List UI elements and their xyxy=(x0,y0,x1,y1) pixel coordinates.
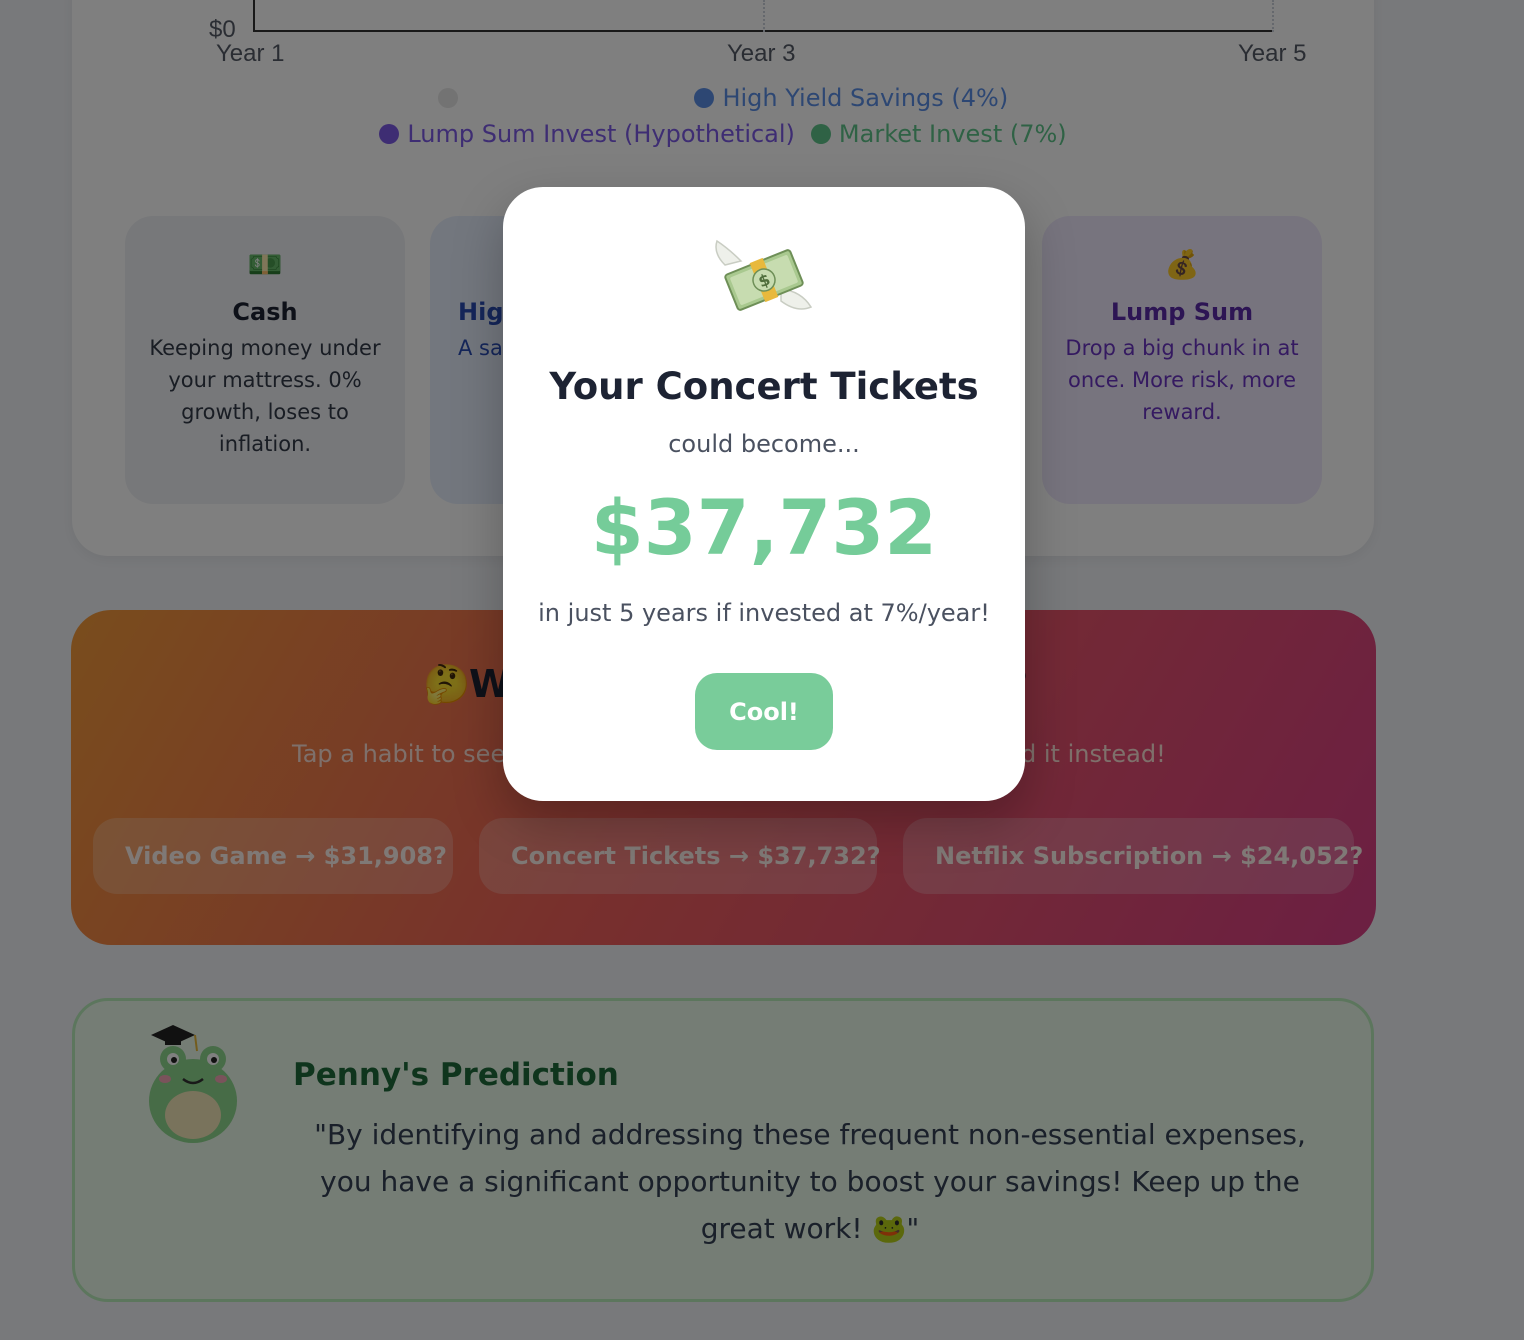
cool-button[interactable]: Cool! xyxy=(695,673,833,750)
modal-subtitle: could become... xyxy=(668,430,860,458)
modal-title: Your Concert Tickets xyxy=(549,365,979,408)
money-with-wings-icon: $ xyxy=(715,239,813,311)
modal-note: in just 5 years if invested at 7%/year! xyxy=(538,599,990,627)
modal-amount: $37,732 xyxy=(590,483,938,572)
result-modal: $ Your Concert Tickets could become... $… xyxy=(503,187,1025,801)
